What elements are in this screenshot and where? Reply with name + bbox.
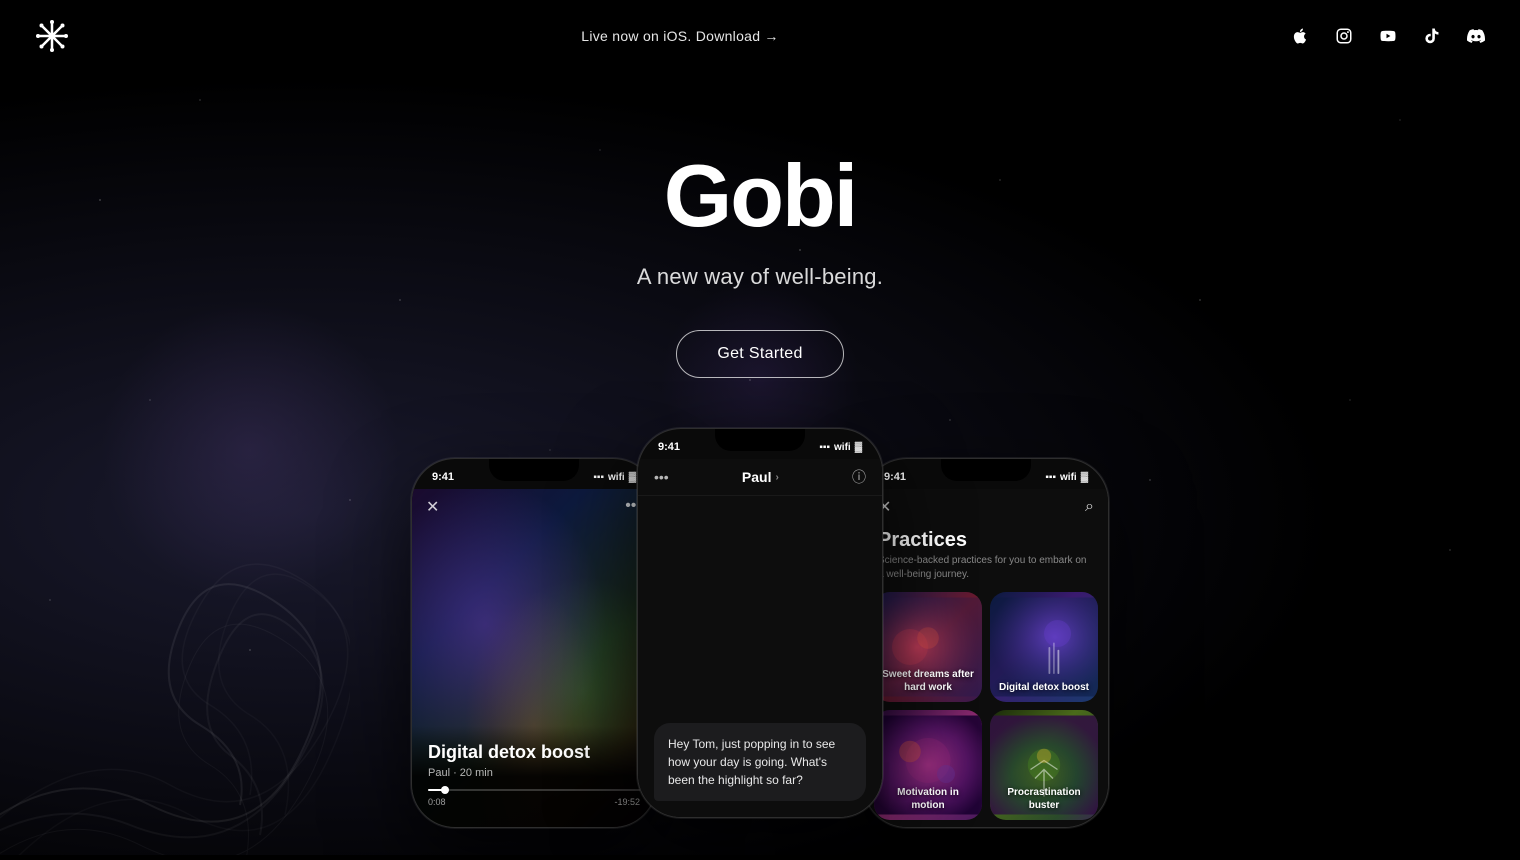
phone3-time: 9:41 xyxy=(884,471,906,483)
phone1-time-display: 0:08 -19:52 xyxy=(428,797,640,807)
card-detox-label: Digital detox boost xyxy=(990,681,1098,694)
card-procrastination-label: Procrastination buster xyxy=(990,786,1098,812)
phone1-track-meta: Paul · 20 min xyxy=(428,767,640,779)
hero-title: Gobi xyxy=(0,152,1520,240)
phone1-close-icon[interactable]: ✕ xyxy=(426,497,439,517)
phone2-chat-history xyxy=(638,496,882,707)
phone2-info-icon[interactable]: ⓘ xyxy=(852,467,866,487)
phone2-chevron-icon: › xyxy=(775,472,778,483)
hero-subtitle: A new way of well-being. xyxy=(0,264,1520,290)
discord-icon[interactable] xyxy=(1464,24,1488,48)
wifi-icon3: wifi xyxy=(1060,472,1077,483)
battery-icon2: ▓ xyxy=(855,442,862,453)
apple-icon[interactable] xyxy=(1288,24,1312,48)
navbar: Live now on iOS. Download → xyxy=(0,0,1520,72)
phone1-time: 9:41 xyxy=(432,471,454,483)
practice-card-dreams[interactable]: Sweet dreams after hard work xyxy=(874,592,982,702)
youtube-icon[interactable] xyxy=(1376,24,1400,48)
phone1-player-info: Digital detox boost Paul · 20 min 0:08 -… xyxy=(412,726,656,827)
phone1-content: ✕ ••• Digital detox boost Paul · 20 min … xyxy=(412,489,656,827)
download-link[interactable]: Live now on iOS. Download → xyxy=(581,28,778,44)
phone-notch-center xyxy=(715,429,805,451)
tiktok-icon[interactable] xyxy=(1420,24,1444,48)
phones-section: 9:41 ▪▪▪ wifi ▓ ✕ ••• Digital detox boos… xyxy=(0,438,1520,818)
practice-card-detox[interactable]: Digital detox boost xyxy=(990,592,1098,702)
phone2-name: Paul xyxy=(742,469,772,485)
phone-practices: 9:41 ▪▪▪ wifi ▓ ✕ ⌕ Practices Science-ba… xyxy=(863,458,1109,828)
phone1-remaining: -19:52 xyxy=(614,797,640,807)
phone2-more-icon[interactable]: ••• xyxy=(654,469,669,485)
wifi-icon2: wifi xyxy=(834,442,851,453)
phone2-message-area: Hey Tom, just popping in to see how your… xyxy=(638,707,882,817)
wifi-icon: wifi xyxy=(608,472,625,483)
phone1-elapsed: 0:08 xyxy=(428,797,446,807)
battery-icon3: ▓ xyxy=(1081,472,1088,483)
phone2-status-icons: ▪▪▪ wifi ▓ xyxy=(819,442,862,453)
phone3-section-subtitle: Science-backed practices for you to emba… xyxy=(864,554,1108,592)
phone2-time: 9:41 xyxy=(658,441,680,453)
phone-chat: 9:41 ▪▪▪ wifi ▓ ••• Paul › ⓘ Hey Tom, ju… xyxy=(637,428,883,818)
logo[interactable] xyxy=(32,16,72,56)
phone-notch-left xyxy=(489,459,579,481)
phone3-section-title: Practices xyxy=(864,525,1108,554)
phone1-progress-dot xyxy=(441,786,449,794)
practices-grid: Sweet dreams after hard work xyxy=(864,592,1108,820)
card-motivation-label: Motivation in motion xyxy=(874,786,982,812)
phone-notch-right xyxy=(941,459,1031,481)
phone2-header: ••• Paul › ⓘ xyxy=(638,459,882,496)
phone2-message-bubble: Hey Tom, just popping in to see how your… xyxy=(654,723,866,801)
phone1-track-title: Digital detox boost xyxy=(428,742,640,763)
download-link-text: Live now on iOS. Download → xyxy=(581,28,778,44)
phone3-header-bar: ✕ ⌕ xyxy=(864,489,1108,525)
phone2-content: ••• Paul › ⓘ Hey Tom, just popping in to… xyxy=(638,459,882,817)
hero-section: Gobi A new way of well-being. Get Starte… xyxy=(0,72,1520,378)
signal-icon: ▪▪▪ xyxy=(593,472,604,483)
get-started-button[interactable]: Get Started xyxy=(676,330,843,378)
phone1-status-icons: ▪▪▪ wifi ▓ xyxy=(593,472,636,483)
instagram-icon[interactable] xyxy=(1332,24,1356,48)
signal-icon2: ▪▪▪ xyxy=(819,442,830,453)
social-icons xyxy=(1288,24,1488,48)
phone2-header-name: Paul › xyxy=(742,469,779,485)
phone3-content: ✕ ⌕ Practices Science-backed practices f… xyxy=(864,489,1108,827)
card-dreams-label: Sweet dreams after hard work xyxy=(874,668,982,694)
logo-icon xyxy=(34,18,70,54)
practice-card-procrastination[interactable]: Procrastination buster xyxy=(990,710,1098,820)
phone3-search-icon[interactable]: ⌕ xyxy=(1085,498,1094,516)
practice-card-motivation[interactable]: Motivation in motion xyxy=(874,710,982,820)
battery-icon: ▓ xyxy=(629,472,636,483)
phone1-progress-bar[interactable] xyxy=(428,789,640,791)
phone3-status-icons: ▪▪▪ wifi ▓ xyxy=(1045,472,1088,483)
phone-player: 9:41 ▪▪▪ wifi ▓ ✕ ••• Digital detox boos… xyxy=(411,458,657,828)
signal-icon3: ▪▪▪ xyxy=(1045,472,1056,483)
